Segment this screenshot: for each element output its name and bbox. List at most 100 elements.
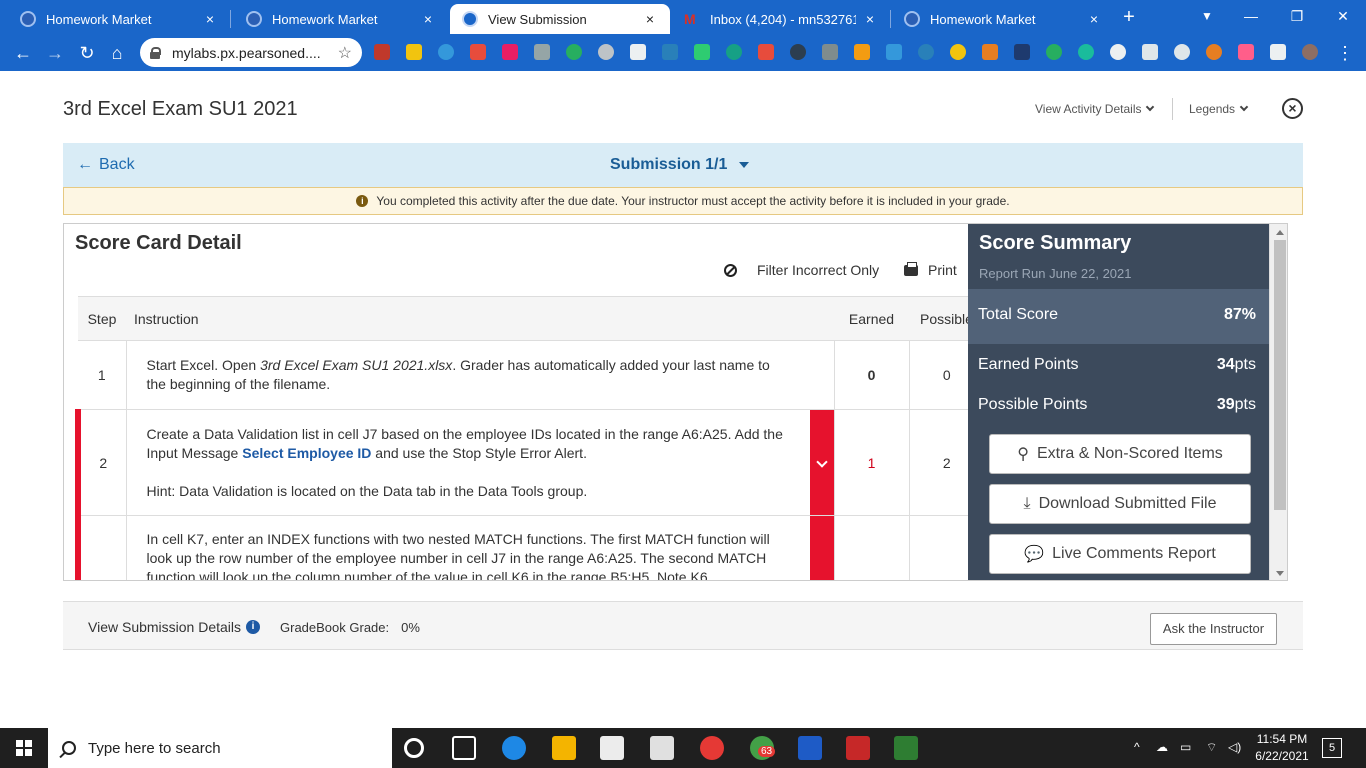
chrome-icon[interactable] <box>700 736 724 760</box>
expand-row-button[interactable] <box>810 515 834 580</box>
reload-icon[interactable]: ↻ <box>74 40 100 66</box>
score-summary-title: Score Summary <box>979 232 1132 254</box>
browser-tab[interactable]: Homework Market × <box>234 4 448 34</box>
scroll-down-icon[interactable] <box>1276 571 1284 576</box>
extension-icon[interactable] <box>374 44 390 60</box>
battery-icon[interactable]: ▭ <box>1180 740 1191 754</box>
extension-icon[interactable] <box>918 44 934 60</box>
home-icon[interactable]: ⌂ <box>104 40 130 66</box>
file-explorer-icon[interactable] <box>552 736 576 760</box>
filter-incorrect-toggle[interactable]: Filter Incorrect Only <box>724 262 879 278</box>
browser-tab[interactable]: M Inbox (4,204) - mn5327614@ × <box>672 4 890 34</box>
extension-icon[interactable] <box>438 44 454 60</box>
view-submission-details-link[interactable]: View Submission Details i <box>88 619 261 635</box>
more-menu-icon[interactable]: ⋮ <box>1332 40 1358 66</box>
panel-scrollbar[interactable] <box>1269 224 1287 580</box>
scroll-thumb[interactable] <box>1274 240 1286 510</box>
extension-icon[interactable] <box>790 44 806 60</box>
submission-selector[interactable]: Submission 1/1 <box>610 156 750 174</box>
store-icon[interactable] <box>600 736 624 760</box>
extension-icon[interactable] <box>822 44 838 60</box>
scroll-up-icon[interactable] <box>1276 230 1284 235</box>
whatsapp-icon[interactable]: 63 <box>750 736 776 760</box>
close-tab-icon[interactable]: × <box>642 11 658 27</box>
legends-dropdown[interactable]: Legends <box>1189 102 1249 116</box>
filter-label: Filter Incorrect Only <box>757 262 880 278</box>
live-comments-report-button[interactable]: 💬 Live Comments Report <box>989 534 1251 574</box>
volume-icon[interactable]: ◁) <box>1228 740 1241 754</box>
close-activity-button[interactable]: × <box>1282 98 1303 119</box>
back-link[interactable]: ← Back <box>77 156 135 174</box>
close-tab-icon[interactable]: × <box>420 11 436 27</box>
browser-tab[interactable]: Homework Market × <box>892 4 1114 34</box>
taskbar-clock[interactable]: 11:54 PM 6/22/2021 <box>1250 731 1314 765</box>
print-button[interactable]: Print <box>904 261 957 278</box>
extension-icon[interactable] <box>1238 44 1254 60</box>
cortana-icon[interactable] <box>404 738 424 758</box>
extension-icon[interactable] <box>886 44 902 60</box>
expand-row-button[interactable] <box>810 409 834 516</box>
extension-icon[interactable] <box>470 44 486 60</box>
window-close-button[interactable]: ✕ <box>1320 0 1366 34</box>
notification-center-icon[interactable]: 5 <box>1322 738 1342 758</box>
extension-icon[interactable] <box>950 44 966 60</box>
extension-icon[interactable] <box>726 44 742 60</box>
browser-tab-title: Homework Market <box>272 11 378 27</box>
homework-market-icon <box>904 11 920 27</box>
extension-icon[interactable] <box>1046 44 1062 60</box>
extension-icon[interactable] <box>1206 44 1222 60</box>
task-view-icon[interactable] <box>452 736 476 760</box>
minimize-button[interactable]: — <box>1228 0 1274 34</box>
wifi-icon[interactable]: ⌔ <box>1206 740 1217 755</box>
back-nav-icon[interactable]: ← <box>10 40 36 66</box>
new-tab-button[interactable]: + <box>1118 6 1140 28</box>
browser-tab[interactable]: Homework Market × <box>8 4 230 34</box>
extension-icon[interactable] <box>1014 44 1030 60</box>
browser-tab-title: View Submission <box>488 11 587 27</box>
tray-chevron-icon[interactable]: ^ <box>1134 740 1140 754</box>
extension-icon[interactable] <box>694 44 710 60</box>
browser-tab-active[interactable]: View Submission × <box>450 4 670 34</box>
extension-icon[interactable] <box>566 44 582 60</box>
address-bar[interactable]: mylabs.px.pearsoned.... ☆ <box>140 38 362 67</box>
extension-icon[interactable] <box>854 44 870 60</box>
taskbar-search-box[interactable]: Type here to search <box>48 728 392 768</box>
extension-icon[interactable] <box>982 44 998 60</box>
extra-non-scored-button[interactable]: ⚲ Extra & Non-Scored Items <box>989 434 1251 474</box>
tray-app-icon[interactable]: ☁ <box>1156 740 1168 754</box>
forward-nav-icon[interactable]: → <box>42 40 68 66</box>
excel-icon[interactable] <box>894 736 918 760</box>
close-tab-icon[interactable]: × <box>862 11 878 27</box>
extension-icon[interactable] <box>1110 44 1126 60</box>
close-tab-icon[interactable]: × <box>202 11 218 27</box>
profile-avatar[interactable] <box>1302 44 1318 60</box>
bookmark-star-icon[interactable]: ☆ <box>338 43 352 63</box>
close-tab-icon[interactable]: × <box>1086 11 1102 27</box>
extension-icon[interactable] <box>1142 44 1158 60</box>
ask-instructor-button[interactable]: Ask the Instructor <box>1150 613 1277 645</box>
extension-icon[interactable] <box>630 44 646 60</box>
extension-icon[interactable] <box>598 44 614 60</box>
score-card-container: Score Card Detail Filter Incorrect Only … <box>63 223 1288 581</box>
restore-button[interactable]: ❐ <box>1274 0 1320 34</box>
extensions-puzzle-icon[interactable] <box>1270 44 1286 60</box>
extension-icon[interactable] <box>406 44 422 60</box>
start-button[interactable] <box>0 728 48 768</box>
column-header-earned: Earned <box>834 296 909 341</box>
possible-points-number: 39 <box>1216 396 1235 413</box>
extension-icon[interactable] <box>502 44 518 60</box>
access-icon[interactable] <box>846 736 870 760</box>
mail-icon[interactable] <box>650 736 674 760</box>
extension-icon[interactable] <box>758 44 774 60</box>
extension-icon[interactable] <box>662 44 678 60</box>
extension-icon[interactable] <box>534 44 550 60</box>
chrome-menu-button[interactable]: ▼ <box>1184 0 1230 34</box>
download-submitted-file-button[interactable]: ⤓ Download Submitted File <box>989 484 1251 524</box>
word-icon[interactable] <box>798 736 822 760</box>
extension-icon[interactable] <box>1174 44 1190 60</box>
possible-points-value: 39pts <box>1217 396 1256 414</box>
view-activity-details-dropdown[interactable]: View Activity Details <box>1035 102 1155 116</box>
caret-down-icon <box>739 162 750 168</box>
extension-icon[interactable] <box>1078 44 1094 60</box>
edge-icon[interactable] <box>502 736 526 760</box>
